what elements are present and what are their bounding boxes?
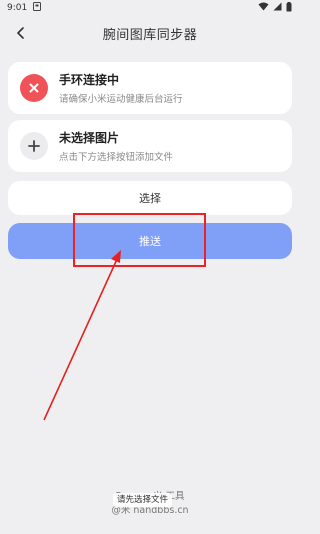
- image-status-card: 未选择图片 点击下方选择按钮添加文件: [8, 120, 292, 172]
- back-button[interactable]: [12, 24, 30, 42]
- page-title: 腕间图库同步器: [102, 27, 198, 43]
- close-icon: [20, 74, 48, 102]
- status-bar: 9:01: [0, 0, 300, 16]
- connection-status-card: 手环连接中 请确保小米运动健康后台运行: [8, 62, 292, 114]
- battery-icon: [286, 1, 292, 15]
- signal-icon: [273, 2, 282, 14]
- wifi-icon: [258, 2, 269, 14]
- app-bar: 腕间图库同步器: [0, 18, 300, 48]
- chevron-left-icon: [17, 27, 24, 39]
- connection-status-title: 手环连接中: [59, 73, 120, 87]
- image-status-title: 未选择图片: [59, 131, 120, 145]
- plus-icon: [20, 132, 48, 160]
- select-button[interactable]: 选择: [8, 181, 292, 215]
- push-button[interactable]: 推送: [8, 223, 292, 259]
- connection-status-subtitle: 请确保小米运动健康后台运行: [59, 94, 183, 105]
- image-status-subtitle: 点击下方选择按钮添加文件: [59, 152, 174, 163]
- notification-icon: [33, 2, 42, 14]
- toast-message: 请先选择文件: [113, 493, 173, 507]
- status-time: 9:01: [7, 3, 28, 13]
